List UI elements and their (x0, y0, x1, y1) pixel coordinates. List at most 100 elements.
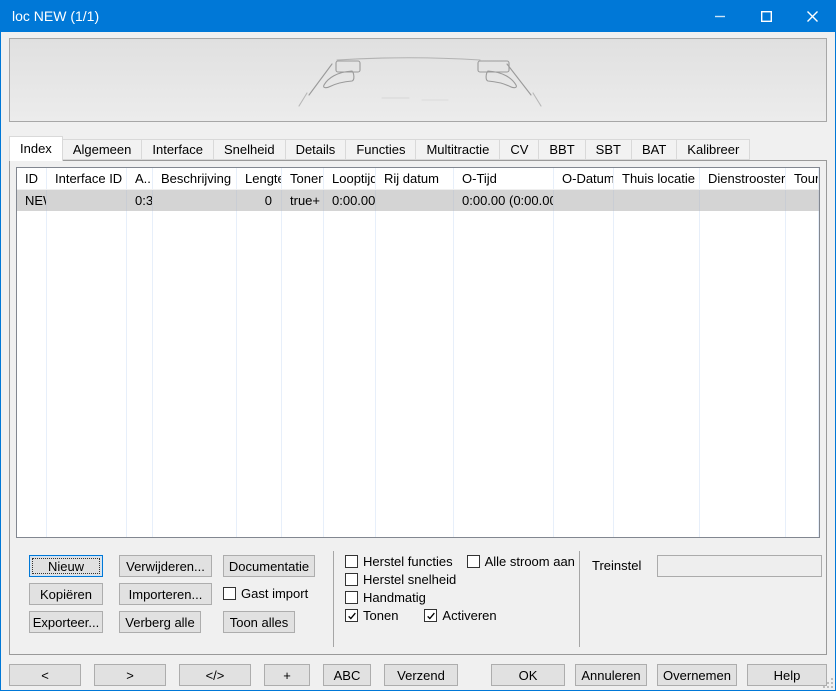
table-cell (614, 190, 700, 211)
column-header-beschrijving[interactable]: Beschrijving (153, 168, 237, 189)
plus-button[interactable]: + (264, 664, 310, 686)
checkbox-box-icon (467, 555, 480, 568)
footer-toolbar: < > </> + ABC Verzend OK Annuleren Overn… (9, 664, 827, 686)
column-header-thuis-locatie[interactable]: Thuis locatie (614, 168, 700, 189)
close-icon (807, 11, 818, 22)
tab-bat[interactable]: BAT (632, 139, 677, 160)
annuleren-button[interactable]: Annuleren (575, 664, 647, 686)
kopieren-button[interactable]: Kopiëren (29, 583, 103, 605)
tab-details[interactable]: Details (286, 139, 347, 160)
locomotive-sketch-icon (10, 39, 827, 122)
treinstel-zone: Treinstel (580, 549, 822, 648)
column-header-lengte[interactable]: Lengte (237, 168, 282, 189)
tab-algemeen[interactable]: Algemeen (63, 139, 143, 160)
dialog-client-area: IndexAlgemeenInterfaceSnelheidDetailsFun… (1, 32, 835, 690)
grid-column (282, 211, 324, 537)
nieuw-button[interactable]: Nieuw (29, 555, 103, 577)
abc-button[interactable]: ABC (323, 664, 371, 686)
exporteer-button[interactable]: Exporteer... (29, 611, 103, 633)
activeren-label: Activeren (442, 608, 496, 623)
grid-column (127, 211, 153, 537)
table-cell (554, 190, 614, 211)
next-button[interactable]: > (94, 664, 166, 686)
table-cell (700, 190, 786, 211)
tab-interface[interactable]: Interface (142, 139, 214, 160)
checkbox-box-icon (223, 587, 236, 600)
column-header-rij-datum[interactable]: Rij datum (376, 168, 454, 189)
tonen-checkbox[interactable]: Tonen (345, 607, 398, 624)
column-header-dienstrooster[interactable]: Dienstrooster (700, 168, 786, 189)
prev-button[interactable]: < (9, 664, 81, 686)
tab-cv[interactable]: CV (500, 139, 539, 160)
column-header-a[interactable]: A... (127, 168, 153, 189)
titlebar[interactable]: loc NEW (1/1) (1, 0, 835, 32)
table-cell: 0 (237, 190, 282, 211)
verberg-alle-button[interactable]: Verberg alle (119, 611, 201, 633)
table-cell: true+ (282, 190, 324, 211)
help-button[interactable]: Help (747, 664, 827, 686)
ok-button[interactable]: OK (491, 664, 565, 686)
herstel-snelheid-checkbox[interactable]: Herstel snelheid (345, 571, 456, 588)
table-row[interactable]: NEW0:30true+0:00.000:00.00 (0:00.00) (17, 190, 819, 211)
gast-import-checkbox[interactable]: Gast import (223, 585, 308, 602)
table-filler (17, 211, 819, 537)
list-actions-zone: Nieuw Verwijderen... Documentatie Kopiër… (16, 549, 333, 648)
tab-multitractie[interactable]: Multitractie (416, 139, 500, 160)
tonen-label: Tonen (363, 608, 398, 623)
table-cell (153, 190, 237, 211)
checkbox-box-icon (345, 573, 358, 586)
tab-snelheid[interactable]: Snelheid (214, 139, 286, 160)
herstel-functies-checkbox[interactable]: Herstel functies (345, 553, 453, 570)
table-cell: 0:00.00 (0:00.00) (454, 190, 554, 211)
grid-column (324, 211, 376, 537)
grid-column (614, 211, 700, 537)
checkbox-box-icon (345, 609, 358, 622)
treinstel-input[interactable] (657, 555, 822, 577)
importeren-button[interactable]: Importeren... (119, 583, 212, 605)
grid-column (454, 211, 554, 537)
table-cell (376, 190, 454, 211)
column-header-id[interactable]: ID (17, 168, 47, 189)
toon-alles-button[interactable]: Toon alles (223, 611, 295, 633)
window-title: loc NEW (1/1) (1, 8, 697, 24)
alle-stroom-aan-checkbox[interactable]: Alle stroom aan (467, 553, 575, 570)
overnemen-button[interactable]: Overnemen (657, 664, 737, 686)
code-button[interactable]: </> (179, 664, 251, 686)
tab-kalibreer[interactable]: Kalibreer (677, 139, 750, 160)
column-header-tonen[interactable]: Tonen (282, 168, 324, 189)
window-controls (697, 0, 835, 32)
minimize-button[interactable] (697, 0, 743, 32)
tab-sbt[interactable]: SBT (586, 139, 632, 160)
checkbox-box-icon (345, 591, 358, 604)
alle-stroom-aan-label: Alle stroom aan (485, 554, 575, 569)
loc-properties-dialog: loc NEW (1/1) (0, 0, 836, 691)
table-body: NEW0:30true+0:00.000:00.00 (0:00.00) (17, 190, 819, 211)
treinstel-label: Treinstel (592, 555, 641, 577)
table-cell (47, 190, 127, 211)
minimize-icon (715, 11, 726, 22)
grid-column (786, 211, 819, 537)
column-header-tour[interactable]: Tour (786, 168, 819, 189)
button-grid: Nieuw Verwijderen... Documentatie Kopiër… (29, 555, 333, 633)
table-cell: 0:00.00 (324, 190, 376, 211)
tab-bar: IndexAlgemeenInterfaceSnelheidDetailsFun… (9, 135, 827, 160)
tab-bbt[interactable]: BBT (539, 139, 585, 160)
column-header-interface-id[interactable]: Interface ID (47, 168, 127, 189)
column-header-looptijd[interactable]: Looptijd (324, 168, 376, 189)
tab-index[interactable]: Index (9, 136, 63, 161)
tab-functies[interactable]: Functies (346, 139, 416, 160)
handmatig-checkbox[interactable]: Handmatig (345, 589, 426, 606)
maximize-button[interactable] (743, 0, 789, 32)
grid-column (47, 211, 127, 537)
column-header-o-tijd[interactable]: O-Tijd (454, 168, 554, 189)
documentatie-button[interactable]: Documentatie (223, 555, 315, 577)
column-header-o-datum[interactable]: O-Datum (554, 168, 614, 189)
table-cell: 0:3 (127, 190, 153, 211)
close-button[interactable] (789, 0, 835, 32)
verzend-button[interactable]: Verzend (384, 664, 458, 686)
resize-grip[interactable] (823, 678, 833, 688)
index-tab-panel: IDInterface IDA...BeschrijvingLengteTone… (9, 160, 827, 655)
verwijderen-button[interactable]: Verwijderen... (119, 555, 212, 577)
activeren-checkbox[interactable]: Activeren (424, 607, 496, 624)
handmatig-label: Handmatig (363, 590, 426, 605)
